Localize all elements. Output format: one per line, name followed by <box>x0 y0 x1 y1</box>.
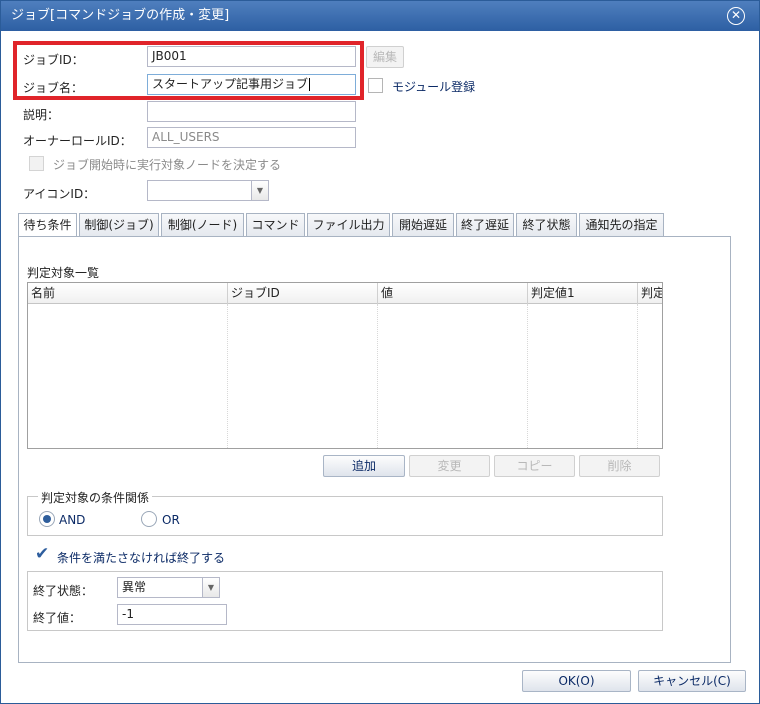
icon-id-select[interactable]: ▼ <box>147 180 269 201</box>
column-header-value[interactable]: 値 <box>378 283 528 304</box>
column-header-judge[interactable]: 判定 <box>638 283 662 304</box>
tab-start-delay[interactable]: 開始遅延 <box>392 213 454 237</box>
module-register-checkbox[interactable] <box>368 78 383 93</box>
condition-table[interactable]: 名前 ジョブID 値 判定値1 判定 <box>27 282 663 449</box>
dialog-titlebar[interactable]: ジョブ[コマンドジョブの作成・変更] ✕ <box>1 1 759 31</box>
column-header-judge-value-1[interactable]: 判定値1 <box>528 283 638 304</box>
tab-end-delay[interactable]: 終了遅延 <box>456 213 514 237</box>
decide-node-checkbox[interactable] <box>29 156 44 171</box>
end-status-select[interactable]: 異常 ▼ <box>117 577 220 598</box>
edit-button[interactable]: 編集 <box>366 46 404 68</box>
owner-role-label: オーナーロールID： <box>23 134 132 148</box>
description-input[interactable] <box>147 101 356 122</box>
job-dialog: ジョブ[コマンドジョブの作成・変更] ✕ ジョブID： JB001 編集 ジョブ… <box>0 0 760 704</box>
copy-button[interactable]: コピー <box>494 455 575 477</box>
radio-and-label: AND <box>59 513 86 527</box>
highlight-annotation <box>13 41 364 100</box>
cancel-button[interactable]: キャンセル(C) <box>638 670 746 692</box>
add-button[interactable]: 追加 <box>323 455 405 477</box>
table-header: 名前 ジョブID 値 判定値1 判定 <box>28 283 662 304</box>
tab-control-job[interactable]: 制御(ジョブ) <box>79 213 159 237</box>
table-column-value <box>378 304 528 448</box>
modify-button[interactable]: 変更 <box>409 455 490 477</box>
relation-legend: 判定対象の条件関係 <box>38 489 153 506</box>
tab-control-node[interactable]: 制御(ノード) <box>161 213 244 237</box>
end-status-label: 終了状態： <box>33 584 94 598</box>
tab-end-status[interactable]: 終了状態 <box>516 213 577 237</box>
radio-or[interactable] <box>141 511 157 527</box>
chevron-down-icon[interactable]: ▼ <box>202 578 219 597</box>
end-value-input[interactable]: -1 <box>117 604 227 625</box>
tab-command[interactable]: コマンド <box>246 213 305 237</box>
table-column-job-id <box>228 304 378 448</box>
icon-id-label: アイコンID： <box>23 187 96 201</box>
close-icon[interactable]: ✕ <box>727 7 745 25</box>
ok-button[interactable]: OK(O) <box>522 670 631 692</box>
end-value-label: 終了値： <box>33 611 82 625</box>
tab-notification[interactable]: 通知先の指定 <box>579 213 664 237</box>
owner-role-input[interactable]: ALL_USERS <box>147 127 356 148</box>
delete-button[interactable]: 削除 <box>579 455 660 477</box>
module-register-label: モジュール登録 <box>392 80 476 94</box>
radio-and[interactable] <box>39 511 55 527</box>
end-if-unmet-checkbox[interactable]: ✔ <box>35 546 51 563</box>
column-header-name[interactable]: 名前 <box>28 283 228 304</box>
tab-wait-conditions[interactable]: 待ち条件 <box>18 213 77 238</box>
decide-node-label: ジョブ開始時に実行対象ノードを決定する <box>53 158 282 172</box>
end-if-unmet-label: 条件を満たさなければ終了する <box>57 551 226 565</box>
description-label: 説明： <box>23 108 60 122</box>
table-column-name <box>28 304 228 448</box>
dialog-title: ジョブ[コマンドジョブの作成・変更] <box>11 8 230 23</box>
tab-file-output[interactable]: ファイル出力 <box>307 213 390 237</box>
radio-or-label: OR <box>162 513 180 527</box>
radio-selected-dot <box>43 515 51 523</box>
table-column-judge-value-1 <box>528 304 638 448</box>
chevron-down-icon[interactable]: ▼ <box>251 181 268 200</box>
end-status-value: 異常 <box>122 580 147 594</box>
condition-list-title: 判定対象一覧 <box>27 266 100 280</box>
column-header-job-id[interactable]: ジョブID <box>228 283 378 304</box>
